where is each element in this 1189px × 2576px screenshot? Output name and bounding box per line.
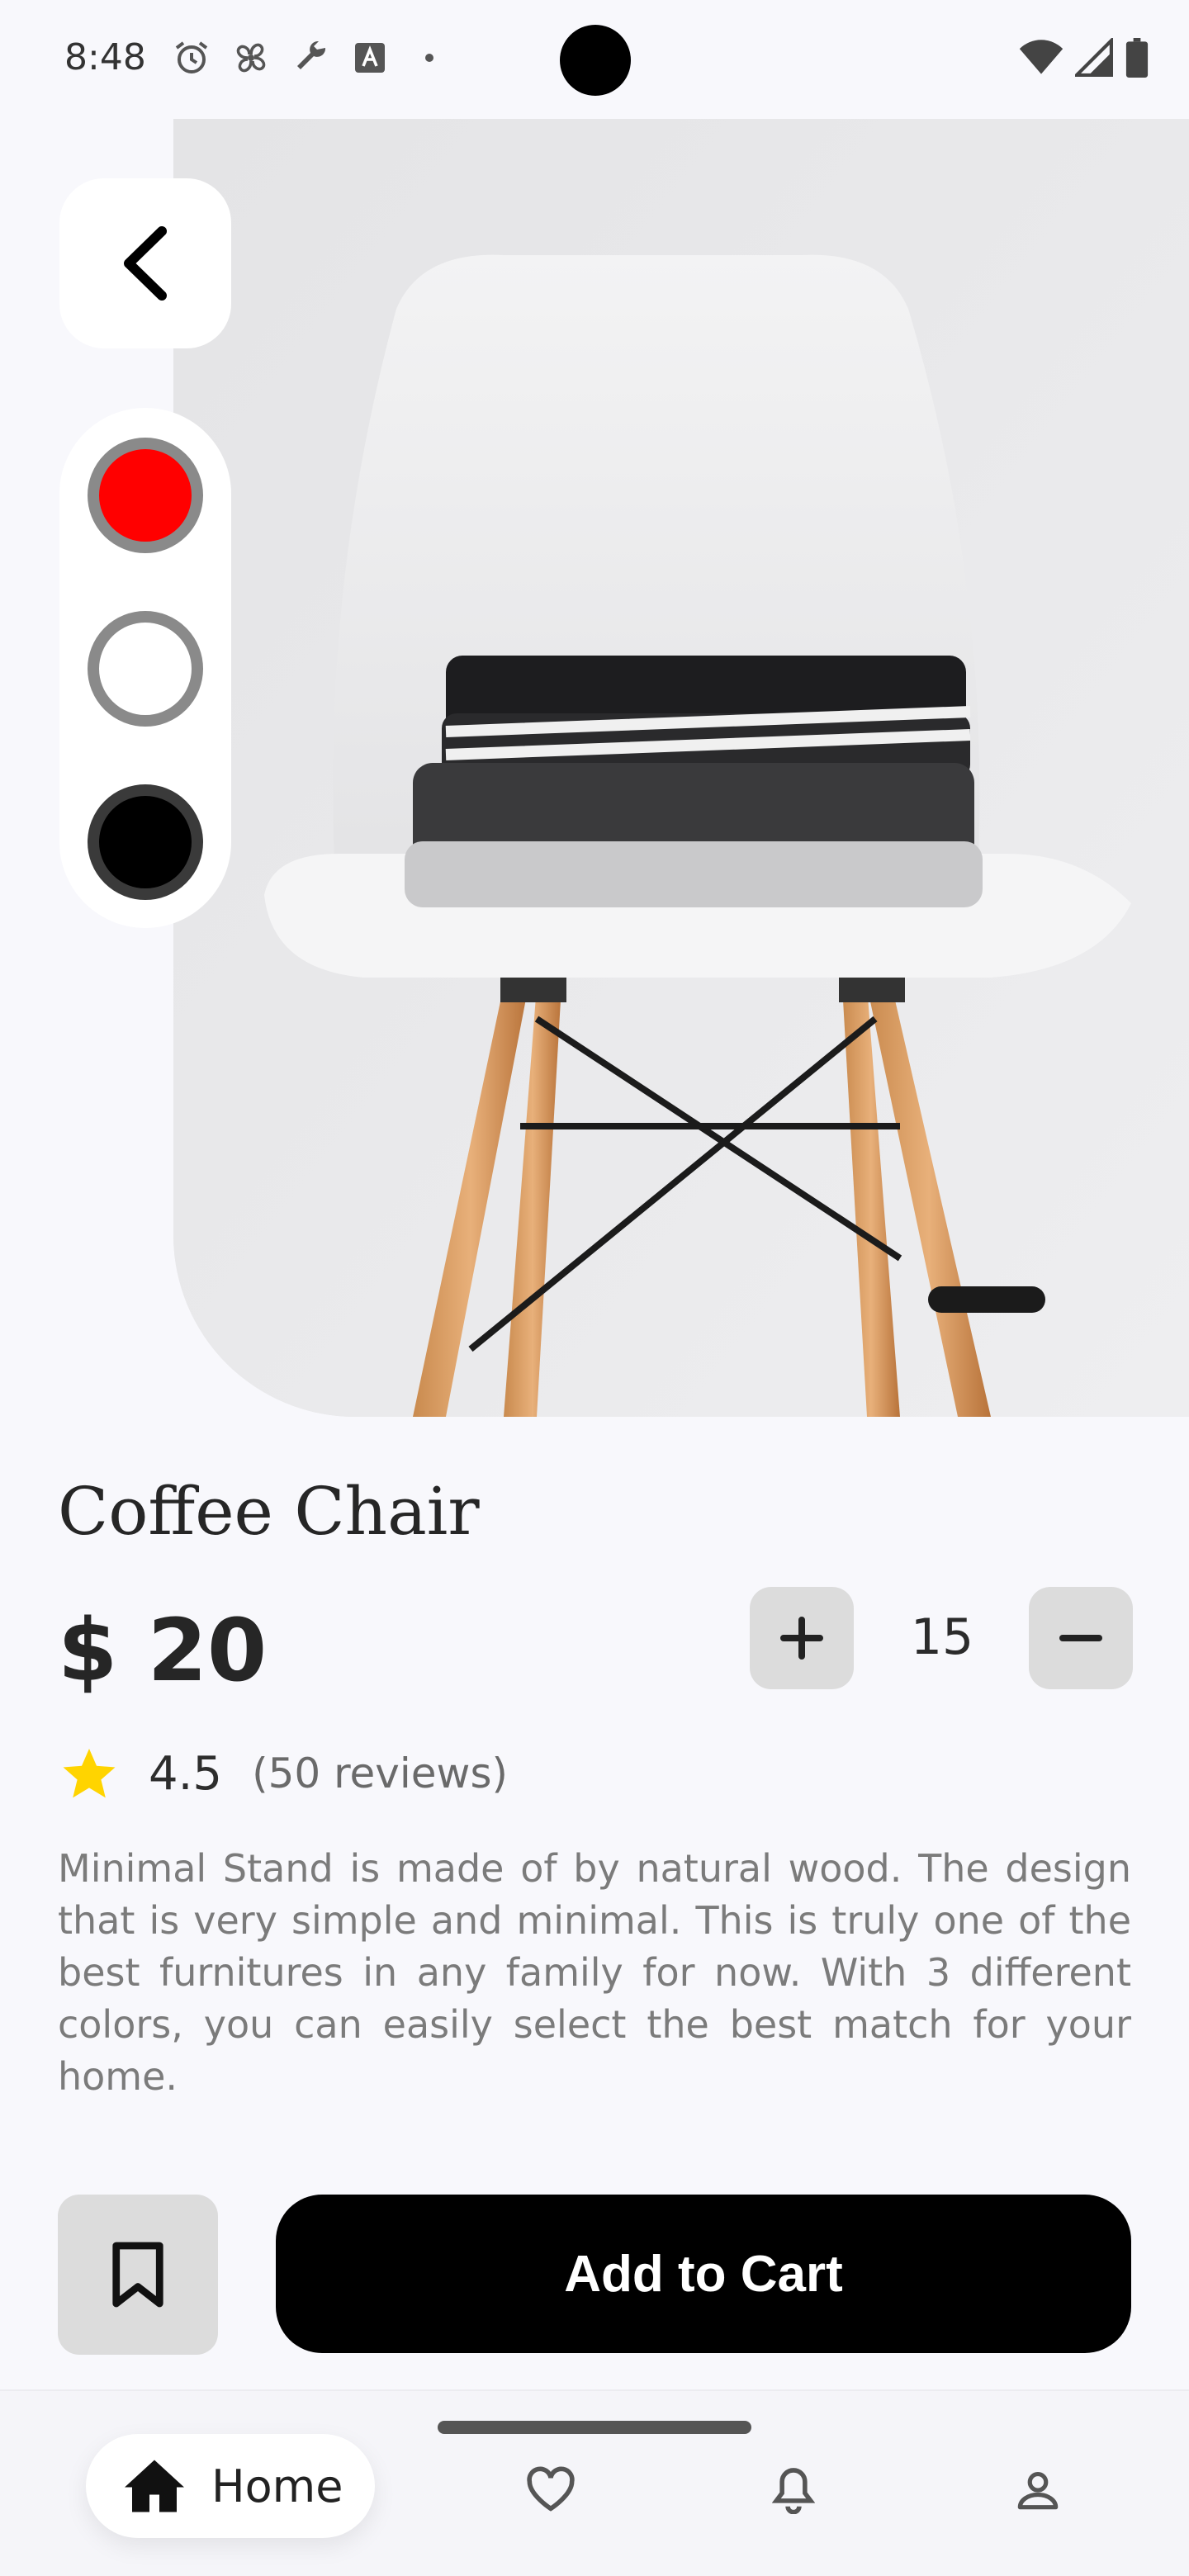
quantity-decrease-button[interactable]: [1029, 1587, 1133, 1689]
back-button[interactable]: [59, 178, 231, 348]
gesture-home-indicator[interactable]: [438, 2421, 751, 2434]
font-icon: [350, 38, 390, 78]
product-description: Minimal Stand is made of by natural wood…: [58, 1846, 1131, 2099]
product-title: Coffee Chair: [58, 1473, 480, 1550]
status-icons-left: [172, 38, 449, 78]
bottom-navigation: Home: [0, 2389, 1189, 2576]
dot-icon: [410, 38, 449, 78]
nav-notifications[interactable]: [765, 2460, 822, 2518]
profile-icon: [1017, 2471, 1059, 2510]
minus-icon: [1059, 1635, 1102, 1641]
bookmark-button[interactable]: [58, 2195, 218, 2355]
rating-value: 4.5: [149, 1746, 223, 1801]
bell-icon: [772, 2468, 815, 2514]
fan-icon: [231, 38, 271, 78]
status-icons-right: [1019, 36, 1149, 81]
battery-icon: [1125, 38, 1149, 81]
signal-icon: [1073, 36, 1113, 81]
color-swatch-white[interactable]: [88, 611, 203, 727]
review-count[interactable]: (50 reviews): [252, 1750, 508, 1797]
alarm-icon: [172, 38, 211, 78]
heart-icon: [527, 2466, 575, 2512]
chevron-left-icon: [124, 226, 167, 301]
bookmark-icon: [112, 2242, 163, 2308]
wifi-icon: [1019, 38, 1063, 81]
star-icon: [63, 1749, 116, 1798]
camera-cutout: [560, 25, 631, 96]
image-carousel-indicator[interactable]: [928, 1286, 1045, 1313]
plus-icon: [780, 1617, 823, 1660]
product-price: $ 20: [58, 1600, 268, 1701]
color-selector: [59, 408, 231, 928]
product-image: [173, 119, 1189, 1417]
home-icon: [125, 2460, 184, 2512]
status-time: 8:48: [64, 36, 146, 78]
rating-row: 4.5 (50 reviews): [59, 1744, 508, 1803]
nav-favorites[interactable]: [522, 2460, 580, 2518]
add-to-cart-button[interactable]: Add to Cart: [276, 2195, 1131, 2353]
nav-home-label: Home: [211, 2460, 343, 2512]
nav-home[interactable]: Home: [86, 2434, 375, 2538]
color-swatch-red[interactable]: [88, 438, 203, 553]
status-bar: 8:48: [0, 0, 1189, 119]
wrench-icon: [291, 38, 330, 78]
quantity-increase-button[interactable]: [750, 1587, 854, 1689]
quantity-value: 15: [910, 1608, 974, 1666]
color-swatch-black[interactable]: [88, 784, 203, 900]
nav-profile[interactable]: [1009, 2460, 1067, 2518]
